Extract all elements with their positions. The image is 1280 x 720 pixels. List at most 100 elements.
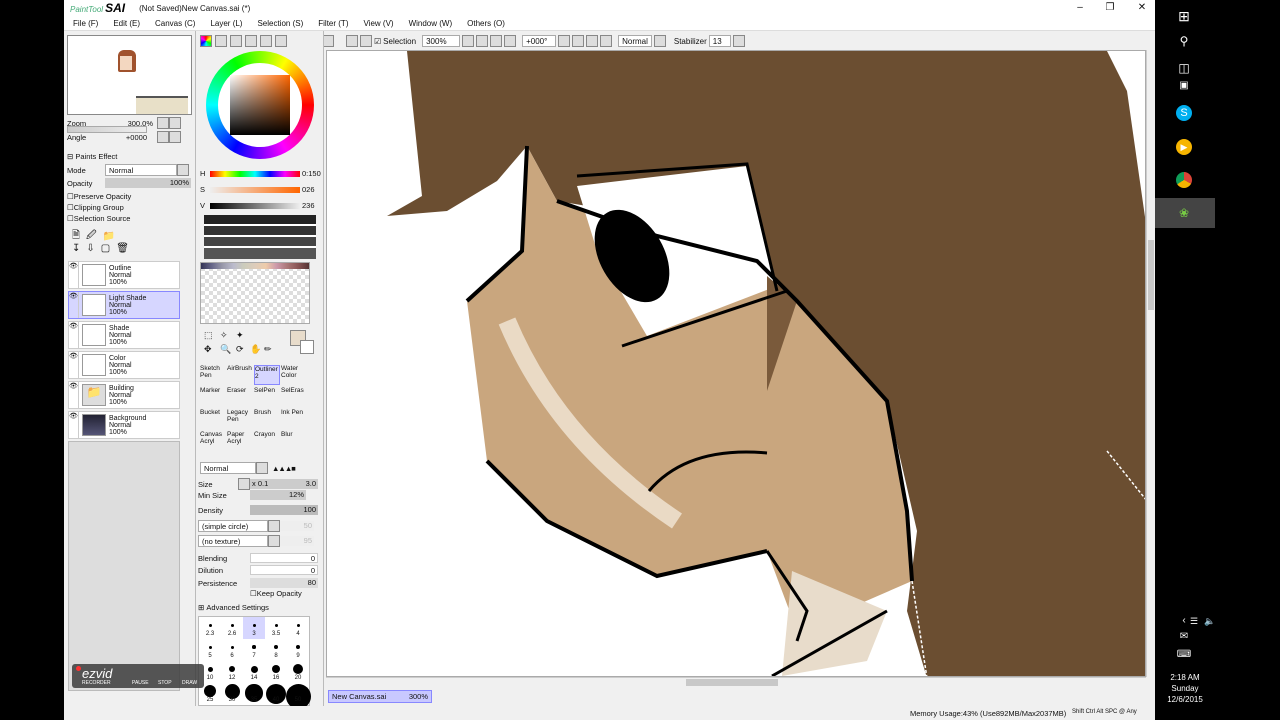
tool-seleras[interactable]: SelEras xyxy=(281,387,307,407)
paint-tool-sai-icon[interactable]: ❀ xyxy=(1173,202,1195,224)
layer-outline[interactable]: 👁 Outline Normal 100% xyxy=(68,261,180,289)
zoom-fit-button[interactable] xyxy=(504,35,517,47)
tool-legacy-pen[interactable]: Legacy Pen xyxy=(227,409,253,429)
menu-selection[interactable]: Selection (S) xyxy=(257,19,303,28)
layer-shade[interactable]: 👁 Shade Normal 100% xyxy=(68,321,180,349)
rotate-tool-icon[interactable]: ⟳ xyxy=(236,344,244,355)
brush-mode-dropdown[interactable] xyxy=(256,462,268,474)
zoom-tool-icon[interactable]: 🔍 xyxy=(220,344,231,355)
visibility-eye-icon[interactable]: 👁 xyxy=(69,292,79,318)
rotate-right-button[interactable] xyxy=(572,35,585,47)
keep-opacity-checkbox[interactable]: ☐ Keep Opacity xyxy=(250,589,302,598)
delete-layer-icon[interactable]: 🗑 xyxy=(116,243,129,254)
brush-size-preset[interactable]: 9 xyxy=(287,639,309,661)
rotate-left-button[interactable] xyxy=(558,35,571,47)
paints-effect-header[interactable]: ⊟ Paints Effect xyxy=(67,152,117,161)
layer-light-shade[interactable]: 👁 Light Shade Normal 100% xyxy=(68,291,180,319)
zoom-out-button[interactable] xyxy=(462,35,475,47)
layer-opacity-slider[interactable]: 100% xyxy=(105,178,191,188)
brush-size-preset[interactable]: 3.5 xyxy=(265,617,287,639)
layer-color[interactable]: 👁 Color Normal 100% xyxy=(68,351,180,379)
lasso-icon[interactable]: ✧ xyxy=(220,330,228,341)
brush-size-preset[interactable]: 14 xyxy=(243,661,265,683)
zoom-in-button[interactable] xyxy=(476,35,489,47)
hide-selection-button[interactable] xyxy=(360,35,372,47)
brush-shape-select[interactable]: (simple circle) xyxy=(198,520,268,532)
ezvid-stop-button[interactable]: STOP xyxy=(158,680,172,686)
menu-others[interactable]: Others (O) xyxy=(467,19,505,28)
volume-icon[interactable]: 🔈 xyxy=(1199,610,1221,632)
keyboard-icon[interactable]: ⌨ xyxy=(1173,644,1195,666)
minimize-button[interactable]: – xyxy=(1064,0,1096,16)
texture-dropdown[interactable] xyxy=(268,535,280,547)
brush-tip-shapes[interactable]: ▲▲▲■ xyxy=(272,464,296,473)
tool-airbrush[interactable]: AirBrush xyxy=(227,365,253,385)
mode-dropdown-button[interactable] xyxy=(653,35,666,47)
swatches-tab[interactable] xyxy=(260,35,272,47)
tool-bucket[interactable]: Bucket xyxy=(200,409,226,429)
brush-size-preset[interactable]: 12 xyxy=(221,661,243,683)
brush-size-preset[interactable]: 7 xyxy=(243,639,265,661)
visibility-eye-icon[interactable]: 👁 xyxy=(69,352,79,378)
menu-filter[interactable]: Filter (T) xyxy=(318,19,348,28)
scratchpad-tab[interactable] xyxy=(275,35,287,47)
size-slider[interactable]: x 0.1 3.0 xyxy=(250,479,318,489)
system-clock[interactable]: 2:18 AM Sunday 12/6/2015 xyxy=(1155,672,1215,705)
brush-size-preset[interactable]: 2.6 xyxy=(221,617,243,639)
brush-shape-strength[interactable]: 50 xyxy=(280,521,314,531)
background-color-swatch[interactable] xyxy=(300,340,314,354)
dilution-slider[interactable]: 0 xyxy=(250,565,318,575)
tool-paper-acryl[interactable]: Paper Acryl xyxy=(227,431,253,451)
tool-sketch-pen[interactable]: Sketch Pen xyxy=(200,365,226,385)
rgb-slider-tab[interactable] xyxy=(215,35,227,47)
transfer-down-icon[interactable]: ↧ xyxy=(72,243,80,254)
horizontal-scrollbar[interactable] xyxy=(326,677,1146,687)
tool-blur[interactable]: Blur xyxy=(281,431,307,451)
swatch-palette[interactable] xyxy=(200,262,310,324)
persistence-slider[interactable]: 80 xyxy=(250,578,318,588)
chrome-icon[interactable] xyxy=(1176,172,1192,188)
brush-size-preset[interactable]: 6 xyxy=(221,639,243,661)
ezvid-pause-button[interactable]: PAUSE xyxy=(132,680,149,686)
navigator-preview[interactable] xyxy=(67,35,192,115)
advanced-settings-toggle[interactable]: ⊞ Advanced Settings xyxy=(198,603,269,612)
visibility-eye-icon[interactable]: 👁 xyxy=(69,322,79,348)
value-slider[interactable] xyxy=(210,202,300,209)
drawing-canvas[interactable] xyxy=(326,50,1146,677)
zoom-reset-button[interactable] xyxy=(490,35,503,47)
visibility-eye-icon[interactable]: 👁 xyxy=(69,412,79,438)
brush-mode-select[interactable]: Normal xyxy=(200,462,256,474)
brush-size-preset[interactable]: 40 xyxy=(265,683,287,705)
move-icon[interactable]: ✥ xyxy=(204,344,212,355)
brush-shape-dropdown[interactable] xyxy=(268,520,280,532)
menu-edit[interactable]: Edit (E) xyxy=(113,19,140,28)
blending-slider[interactable]: 0 xyxy=(250,553,318,563)
brush-size-preset[interactable]: 3 xyxy=(243,617,265,639)
close-button[interactable]: ✕ xyxy=(1126,0,1158,16)
media-player-icon[interactable]: ▶ xyxy=(1176,139,1192,155)
brush-size-preset[interactable]: 50 xyxy=(285,683,311,709)
texture-strength[interactable]: 95 xyxy=(280,536,314,546)
blend-mode-select[interactable]: Normal xyxy=(618,35,652,47)
tool-crayon[interactable]: Crayon xyxy=(254,431,280,451)
saturation-slider[interactable] xyxy=(210,186,300,193)
layer-mode-dropdown[interactable] xyxy=(177,164,189,176)
nav-rotate-right[interactable] xyxy=(169,131,181,143)
texture-select[interactable]: (no texture) xyxy=(198,535,268,547)
menu-layer[interactable]: Layer (L) xyxy=(210,19,242,28)
hue-ring[interactable] xyxy=(206,51,314,159)
eyedropper-icon[interactable]: ✏ xyxy=(264,344,272,355)
hsv-slider-tab[interactable] xyxy=(230,35,242,47)
vertical-scroll-thumb[interactable] xyxy=(1148,240,1154,310)
nav-zoom-in[interactable] xyxy=(169,117,181,129)
nav-rotate-left[interactable] xyxy=(157,131,169,143)
start-windows-icon[interactable]: ⊞ xyxy=(1173,5,1195,27)
restore-button[interactable]: ❐ xyxy=(1094,0,1126,16)
tool-marker[interactable]: Marker xyxy=(200,387,226,407)
stabilizer-dropdown[interactable] xyxy=(732,35,745,47)
brush-size-preset[interactable]: 35 xyxy=(243,683,265,705)
tool-outliner-2[interactable]: Outliner 2 xyxy=(254,365,280,385)
color-wheel-tab[interactable] xyxy=(200,35,212,47)
zoom-field[interactable]: 300% xyxy=(422,35,461,47)
layer-background[interactable]: 👁 Background Normal 100% xyxy=(68,411,180,439)
